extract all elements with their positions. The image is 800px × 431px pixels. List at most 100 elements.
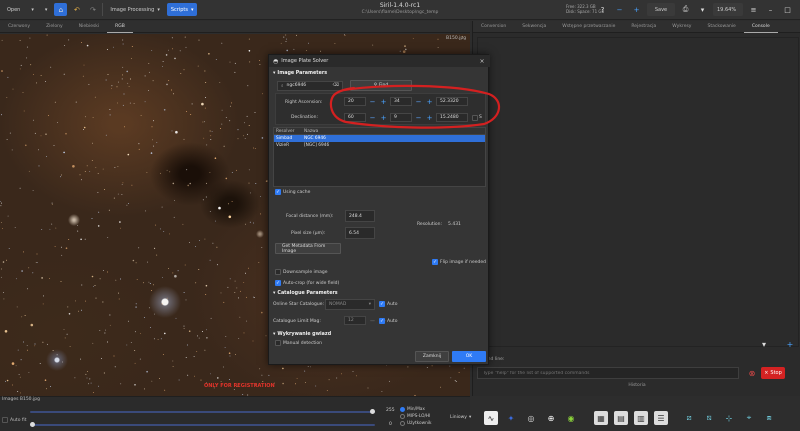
redo-button[interactable]: ↷	[86, 3, 99, 16]
ok-button[interactable]: OK	[452, 351, 486, 362]
focal-input[interactable]: 248.4	[345, 210, 375, 222]
hi-slider[interactable]	[30, 409, 375, 414]
clear-console-button[interactable]: ▾	[757, 337, 771, 351]
tab-red[interactable]: Czerwony	[0, 21, 38, 33]
lo-slider[interactable]	[30, 422, 375, 427]
get-metadata-button[interactable]: Get Metadata From Image	[275, 243, 341, 254]
scripts-button[interactable]: Scripts ▾	[166, 3, 198, 16]
mips-radio[interactable]: MIPS-LO/HI	[400, 413, 432, 420]
tab-green[interactable]: Zielony	[38, 21, 71, 33]
downsample-checkbox[interactable]	[275, 269, 281, 275]
section-image-parameters[interactable]: ▾ Image Parameters	[273, 71, 327, 76]
save-button[interactable]: Save	[647, 3, 675, 16]
section-star-detection[interactable]: ▾ Wykrywanie gwiazd	[273, 332, 331, 337]
user-radio[interactable]: Użytkownik	[400, 420, 432, 427]
downsample-toggle[interactable]: Downsample image	[275, 269, 328, 275]
flip-toggle[interactable]: ✓ Flip image if needed	[432, 259, 486, 265]
command-input[interactable]	[477, 367, 739, 379]
add-console-button[interactable]: +	[783, 337, 797, 351]
console-output[interactable]	[477, 37, 799, 347]
minimize-button[interactable]: –	[764, 3, 777, 16]
plus-button[interactable]: +	[630, 3, 643, 16]
tab-sequence[interactable]: Sekwencja	[514, 21, 554, 33]
star	[134, 384, 136, 386]
tab-preprocessing[interactable]: Wstępne przetwarzanie	[554, 21, 623, 33]
tab-plot[interactable]: Wykresy	[664, 21, 699, 33]
manual-detection-checkbox[interactable]	[275, 340, 281, 346]
using-cache-toggle[interactable]: ✓ Using cache	[275, 189, 310, 195]
stretch-dropdown[interactable]: Liniowy ▾	[450, 415, 471, 420]
pixel-input[interactable]: 6.54	[345, 227, 375, 239]
image-processing-button[interactable]: Image Processing ▾	[106, 3, 163, 16]
snapshot-button[interactable]: ⎙	[679, 3, 692, 16]
open-button[interactable]: Open ▾	[3, 3, 38, 16]
stop-button[interactable]: × Stop	[761, 367, 785, 379]
clear-command-button[interactable]: ⊗	[747, 368, 757, 378]
histogram-tool-button[interactable]: ∿	[484, 411, 498, 425]
circle-tool-button[interactable]: ◉	[564, 411, 578, 425]
undo-button[interactable]: ↶	[70, 3, 83, 16]
star	[286, 38, 287, 40]
tab-rgb[interactable]: RGB	[107, 21, 133, 33]
tab-registration[interactable]: Rejestracja	[623, 21, 664, 33]
flip-checkbox[interactable]: ✓	[432, 259, 438, 265]
autofit-toggle[interactable]: Auto fit	[2, 417, 26, 423]
mask4-button[interactable]: ⌖	[742, 411, 756, 425]
online-catalogue-select[interactable]: NOMAD ▾	[325, 299, 375, 310]
manual-detection-toggle[interactable]: Manual detection	[275, 340, 322, 346]
grid4-tool-button[interactable]: ☰	[654, 411, 668, 425]
zoom-dropdown[interactable]: 19.64%	[713, 3, 743, 16]
catalogue-auto-checkbox[interactable]: ✓	[379, 301, 385, 307]
mask1-button[interactable]: ⧄	[682, 411, 696, 425]
tab-console[interactable]: Console	[743, 21, 778, 33]
star	[148, 63, 150, 64]
minmax-radio[interactable]: Min/Max	[400, 406, 432, 413]
table-row[interactable]: Simbad NGC 6946	[274, 135, 485, 142]
star	[51, 202, 53, 204]
resolver-results-table[interactable]: Resolver Nazwa Simbad NGC 6946 VizieR [N…	[273, 127, 486, 187]
autofit-checkbox[interactable]	[2, 417, 8, 423]
mask5-button[interactable]: ⧈	[762, 411, 776, 425]
tab-stacking[interactable]: Stackowanie	[699, 21, 743, 33]
table-icon: ▥	[637, 413, 645, 423]
catalogue-auto-toggle[interactable]: ✓ Auto	[379, 301, 397, 307]
section-catalogue-parameters[interactable]: ▾ Catalogue Parameters	[273, 291, 338, 296]
autocrop-checkbox[interactable]: ✓	[275, 280, 281, 286]
tab-blue[interactable]: Niebieski	[71, 21, 107, 33]
home-button[interactable]: ⌂	[54, 3, 68, 16]
recent-dropdown-button[interactable]: ▾	[41, 3, 52, 16]
target-tool-button[interactable]: ◎	[524, 411, 538, 425]
column-name[interactable]: Nazwa	[300, 129, 318, 134]
hi-slider-knob[interactable]	[370, 409, 375, 414]
history-button[interactable]: Historia	[473, 383, 800, 393]
minus-button[interactable]: −	[613, 3, 626, 16]
ok-label: OK	[465, 354, 473, 359]
grid3-tool-button[interactable]: ▥	[634, 411, 648, 425]
column-resolver[interactable]: Resolver	[274, 129, 300, 134]
autocrop-toggle[interactable]: ✓ Auto-crop (for wide field)	[275, 280, 339, 286]
star	[153, 145, 155, 147]
star	[121, 78, 123, 80]
close-dialog-button[interactable]: Zamknij	[415, 351, 449, 362]
lo-slider-knob[interactable]	[30, 422, 35, 427]
color-tool-button[interactable]: ✦	[504, 411, 518, 425]
mask2-button[interactable]: ⧅	[702, 411, 716, 425]
mask3-button[interactable]: ⊹	[722, 411, 736, 425]
limit-mag-minus[interactable]: −	[368, 316, 377, 325]
limit-auto-checkbox[interactable]: ✓	[379, 318, 385, 324]
display-mode-button[interactable]: ▾	[696, 3, 709, 16]
grid1-tool-button[interactable]: ▦	[594, 411, 608, 425]
dialog-close-button[interactable]: ×	[478, 57, 486, 65]
using-cache-checkbox[interactable]: ✓	[275, 189, 281, 195]
star	[61, 246, 62, 248]
star	[196, 350, 198, 352]
globe-tool-button[interactable]: ⊕	[544, 411, 558, 425]
limit-mag-input[interactable]: 12	[344, 316, 366, 325]
maximize-button[interactable]: □	[781, 3, 794, 16]
tab-conversion[interactable]: Conversion	[473, 21, 514, 33]
table-row[interactable]: VizieR [NGC] 6946	[274, 142, 485, 149]
help-button[interactable]: ?	[596, 3, 609, 16]
menu-button[interactable]: ≡	[747, 3, 760, 16]
grid2-tool-button[interactable]: ▤	[614, 411, 628, 425]
limit-auto-toggle[interactable]: ✓ Auto	[379, 318, 397, 324]
